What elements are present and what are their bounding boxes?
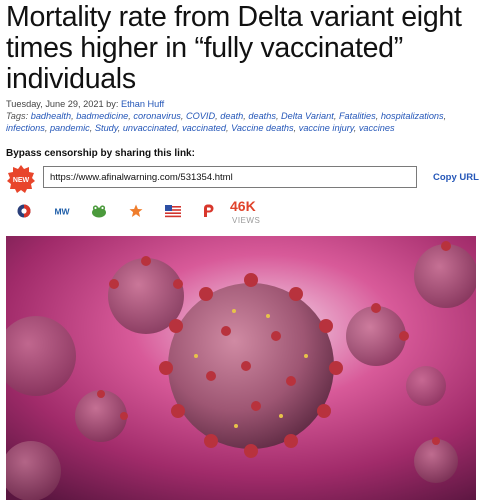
- parler-icon[interactable]: [200, 203, 216, 219]
- tag-link[interactable]: vaccinated: [182, 123, 226, 133]
- tag-link[interactable]: death: [220, 111, 243, 121]
- brighteon-icon[interactable]: [16, 203, 32, 219]
- copy-url-button[interactable]: Copy URL: [433, 172, 479, 183]
- new-badge-icon: NEW: [7, 165, 35, 193]
- tags-list: Tags: badhealth, badmedicine, coronaviru…: [6, 110, 447, 133]
- new-badge-label: NEW: [13, 177, 30, 184]
- tag-link[interactable]: Vaccine deaths: [231, 123, 293, 133]
- tag-link[interactable]: Delta Variant: [281, 111, 334, 121]
- author-link[interactable]: Ethan Huff: [121, 99, 164, 109]
- article-page: Mortality rate from Delta variant eight …: [0, 0, 484, 500]
- tag-link[interactable]: deaths: [248, 111, 276, 121]
- mewe-icon[interactable]: MW: [53, 203, 71, 219]
- virus-illustration: [6, 236, 476, 500]
- tag-link[interactable]: unvaccinated: [123, 123, 177, 133]
- bypass-label: Bypass censorship by sharing this link:: [6, 148, 195, 159]
- frog-icon[interactable]: [91, 203, 107, 219]
- tag-link[interactable]: badhealth: [31, 111, 71, 121]
- tag-link[interactable]: badmedicine: [76, 111, 128, 121]
- tag-link[interactable]: coronavirus: [133, 111, 181, 121]
- tag-link[interactable]: hospitalizations: [381, 111, 444, 121]
- views-count: 46K: [230, 198, 256, 214]
- article-title: Mortality rate from Delta variant eight …: [6, 1, 462, 95]
- svg-text:MW: MW: [54, 207, 70, 217]
- tag-link[interactable]: Study: [95, 123, 118, 133]
- tag-link[interactable]: infections: [6, 123, 45, 133]
- gab-icon[interactable]: [165, 203, 181, 219]
- views-label: VIEWS: [232, 216, 261, 225]
- tags-label: Tags:: [6, 110, 29, 121]
- star-icon[interactable]: [128, 203, 144, 219]
- tag-link[interactable]: Fatalities: [339, 111, 376, 121]
- share-url-input[interactable]: [43, 166, 417, 188]
- article-meta: Tuesday, June 29, 2021 by: Ethan Huff Ta…: [6, 99, 482, 134]
- tag-link[interactable]: pandemic: [50, 123, 90, 133]
- tag-link[interactable]: COVID: [186, 111, 215, 121]
- hero-image: [6, 236, 476, 500]
- tag-link[interactable]: vaccine injury: [299, 123, 354, 133]
- article-date: Tuesday, June 29, 2021: [6, 99, 104, 109]
- by-label: by:: [106, 99, 119, 109]
- tag-link[interactable]: vaccines: [359, 123, 395, 133]
- byline: Tuesday, June 29, 2021 by: Ethan Huff: [6, 99, 482, 111]
